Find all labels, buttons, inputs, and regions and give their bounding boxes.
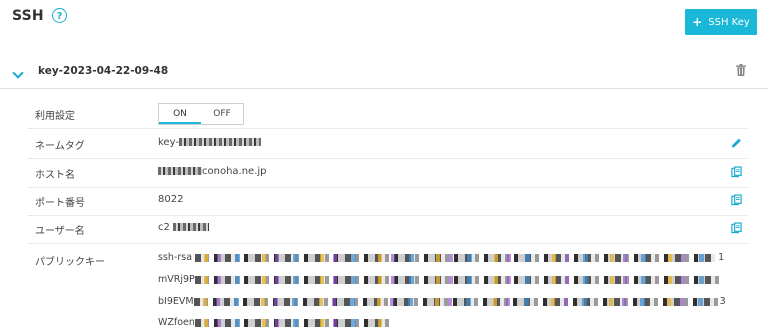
redacted-text [194, 275, 720, 284]
pubkey-prefix: ssh-rsa [158, 252, 193, 263]
pubkey-prefix: WZfoen [158, 317, 195, 328]
key-header[interactable]: key-2023-04-22-09-48 [0, 56, 768, 89]
redacted-text [178, 138, 261, 146]
port-value: 8022 [158, 194, 184, 205]
copy-icon[interactable] [731, 222, 742, 234]
pubkey-line: ssh-rsa 1 [158, 252, 724, 263]
redacted-text [194, 318, 391, 327]
row-host: ホスト名 conoha.ne.jp [28, 158, 748, 188]
pubkey-suffix: 1 [718, 252, 725, 263]
usage-toggle[interactable]: ON OFF [158, 103, 244, 125]
usage-label: 利用設定 [35, 111, 75, 122]
copy-icon[interactable] [731, 194, 742, 206]
row-usage: 利用設定 ON OFF [28, 99, 748, 129]
host-label: ホスト名 [35, 170, 75, 181]
pubkey-prefix: mVRj9P [158, 274, 195, 285]
add-ssh-key-label: SSH Key [708, 16, 750, 28]
trash-icon[interactable] [736, 64, 746, 76]
plus-icon: + [692, 15, 703, 29]
page-title: SSH [12, 8, 44, 24]
chevron-down-icon[interactable] [12, 67, 24, 79]
pubkey-label: パブリックキー [35, 257, 105, 268]
pubkey-line: mVRj9P [158, 274, 720, 285]
pubkey-prefix: bI9EVM [158, 296, 194, 307]
add-ssh-key-button[interactable]: + SSH Key [685, 9, 757, 35]
host-value: conoha.ne.jp [158, 166, 267, 177]
pubkey-line: bI9EVM 3 [158, 296, 726, 307]
row-port: ポート番号 8022 [28, 186, 748, 216]
pubkey-suffix: 3 [719, 296, 726, 307]
redacted-text [158, 167, 202, 175]
toggle-on[interactable]: ON [159, 104, 201, 124]
user-label: ユーザー名 [35, 226, 85, 237]
pencil-icon[interactable] [731, 137, 742, 149]
redacted-text [195, 253, 716, 262]
nametag-label: ネームタグ [35, 141, 85, 152]
row-nametag: ネームタグ key- [28, 129, 748, 159]
user-value: c2 [158, 222, 210, 233]
nametag-prefix: key- [158, 137, 179, 148]
help-icon[interactable]: ? [52, 8, 67, 23]
redacted-text [193, 297, 720, 306]
key-name: key-2023-04-22-09-48 [38, 65, 169, 77]
copy-icon[interactable] [731, 166, 742, 178]
pubkey-line: WZfoen [158, 317, 391, 328]
redacted-text [173, 223, 210, 231]
nametag-value: key- [158, 137, 261, 148]
port-label: ポート番号 [35, 198, 85, 209]
user-prefix: c2 [158, 222, 170, 233]
toggle-off[interactable]: OFF [201, 104, 243, 124]
row-user: ユーザー名 c2 [28, 214, 748, 244]
host-suffix: conoha.ne.jp [202, 166, 267, 177]
